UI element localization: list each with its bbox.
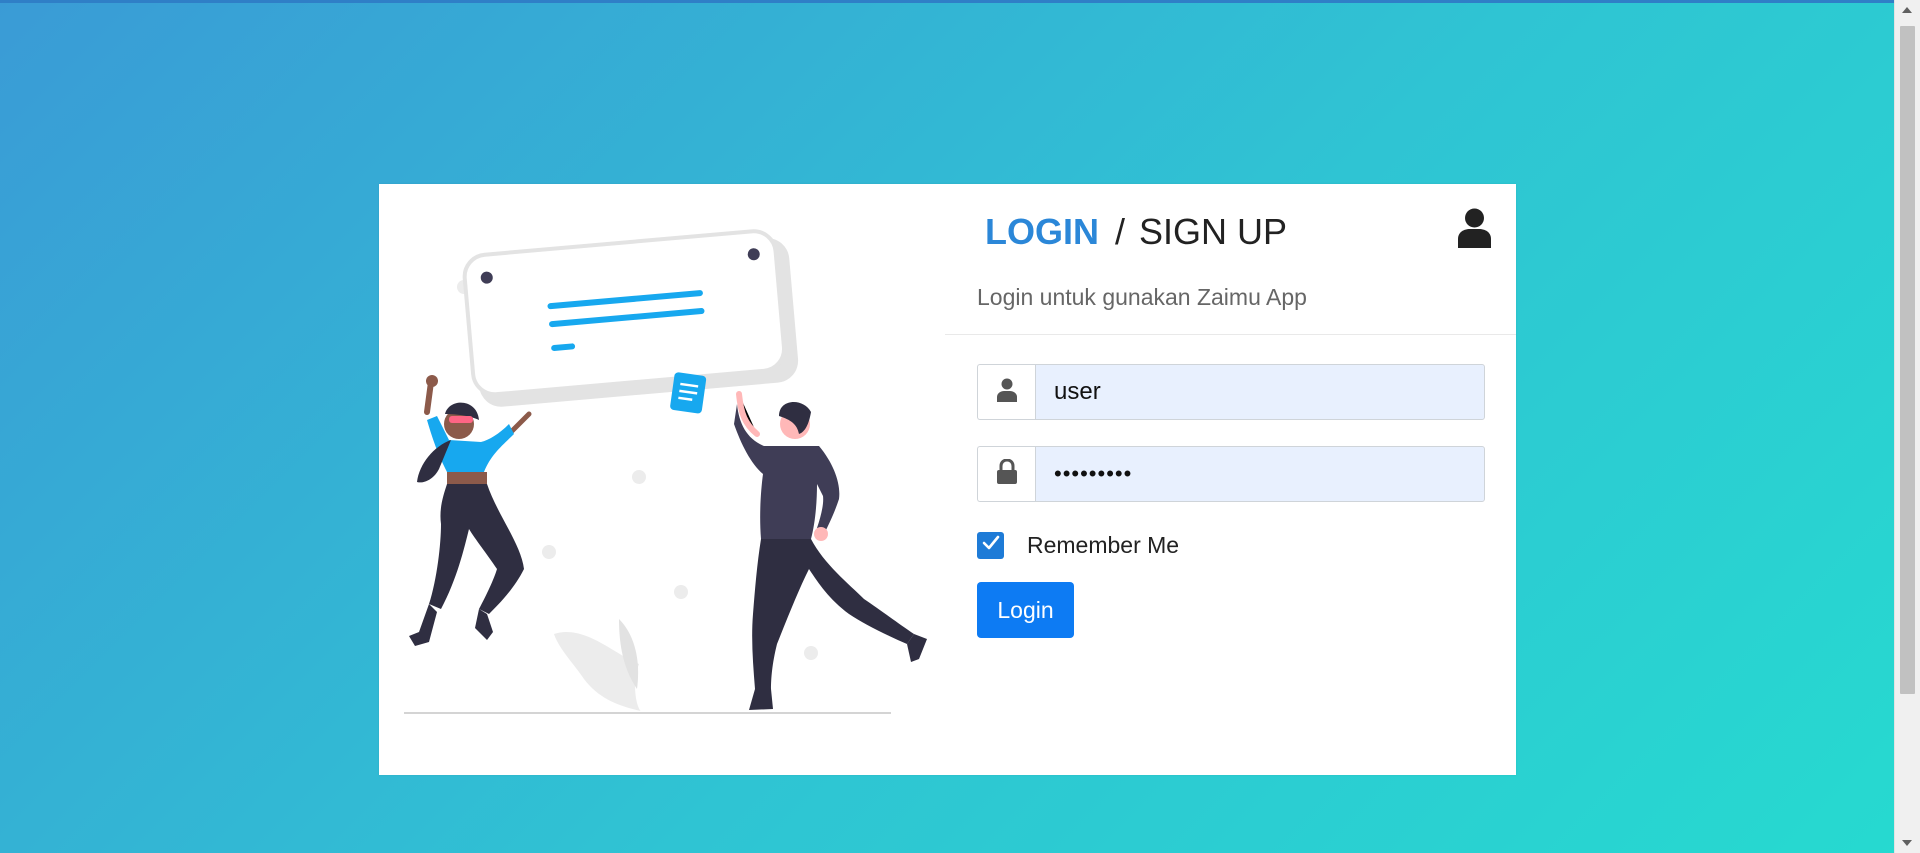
hero-illustration xyxy=(379,184,945,775)
remember-label[interactable]: Remember Me xyxy=(1027,532,1179,559)
remember-me: Remember Me xyxy=(977,532,1179,559)
password-input-group: ••••••••• xyxy=(977,446,1485,502)
user-icon xyxy=(1458,208,1491,253)
check-icon xyxy=(982,535,1000,556)
login-panel: LOGIN / SIGN UP Login untuk gunakan Zaim… xyxy=(945,184,1516,775)
username-field[interactable]: user xyxy=(1035,364,1485,420)
vertical-scrollbar[interactable] xyxy=(1894,0,1920,853)
password-addon xyxy=(977,446,1035,502)
tab-separator: / xyxy=(1115,211,1126,252)
login-card: LOGIN / SIGN UP Login untuk gunakan Zaim… xyxy=(379,184,1516,775)
username-addon xyxy=(977,364,1035,420)
scroll-up-icon[interactable] xyxy=(1902,7,1912,13)
header-divider xyxy=(945,334,1516,335)
tab-login[interactable]: LOGIN xyxy=(985,211,1099,253)
login-button[interactable]: Login xyxy=(977,582,1074,638)
page-background: LOGIN / SIGN UP Login untuk gunakan Zaim… xyxy=(0,0,1920,853)
auth-tabs: LOGIN / SIGN UP xyxy=(985,210,1287,254)
login-subtitle: Login untuk gunakan Zaimu App xyxy=(977,284,1307,310)
lock-icon xyxy=(996,457,1018,490)
window-top-edge xyxy=(0,0,1895,3)
scroll-thumb[interactable] xyxy=(1900,26,1915,694)
password-field[interactable]: ••••••••• xyxy=(1035,446,1485,502)
remember-checkbox[interactable] xyxy=(977,532,1004,559)
username-input-group: user xyxy=(977,364,1485,420)
scroll-down-icon[interactable] xyxy=(1902,840,1912,846)
tab-signup[interactable]: SIGN UP xyxy=(1139,211,1287,253)
user-icon xyxy=(996,378,1017,407)
